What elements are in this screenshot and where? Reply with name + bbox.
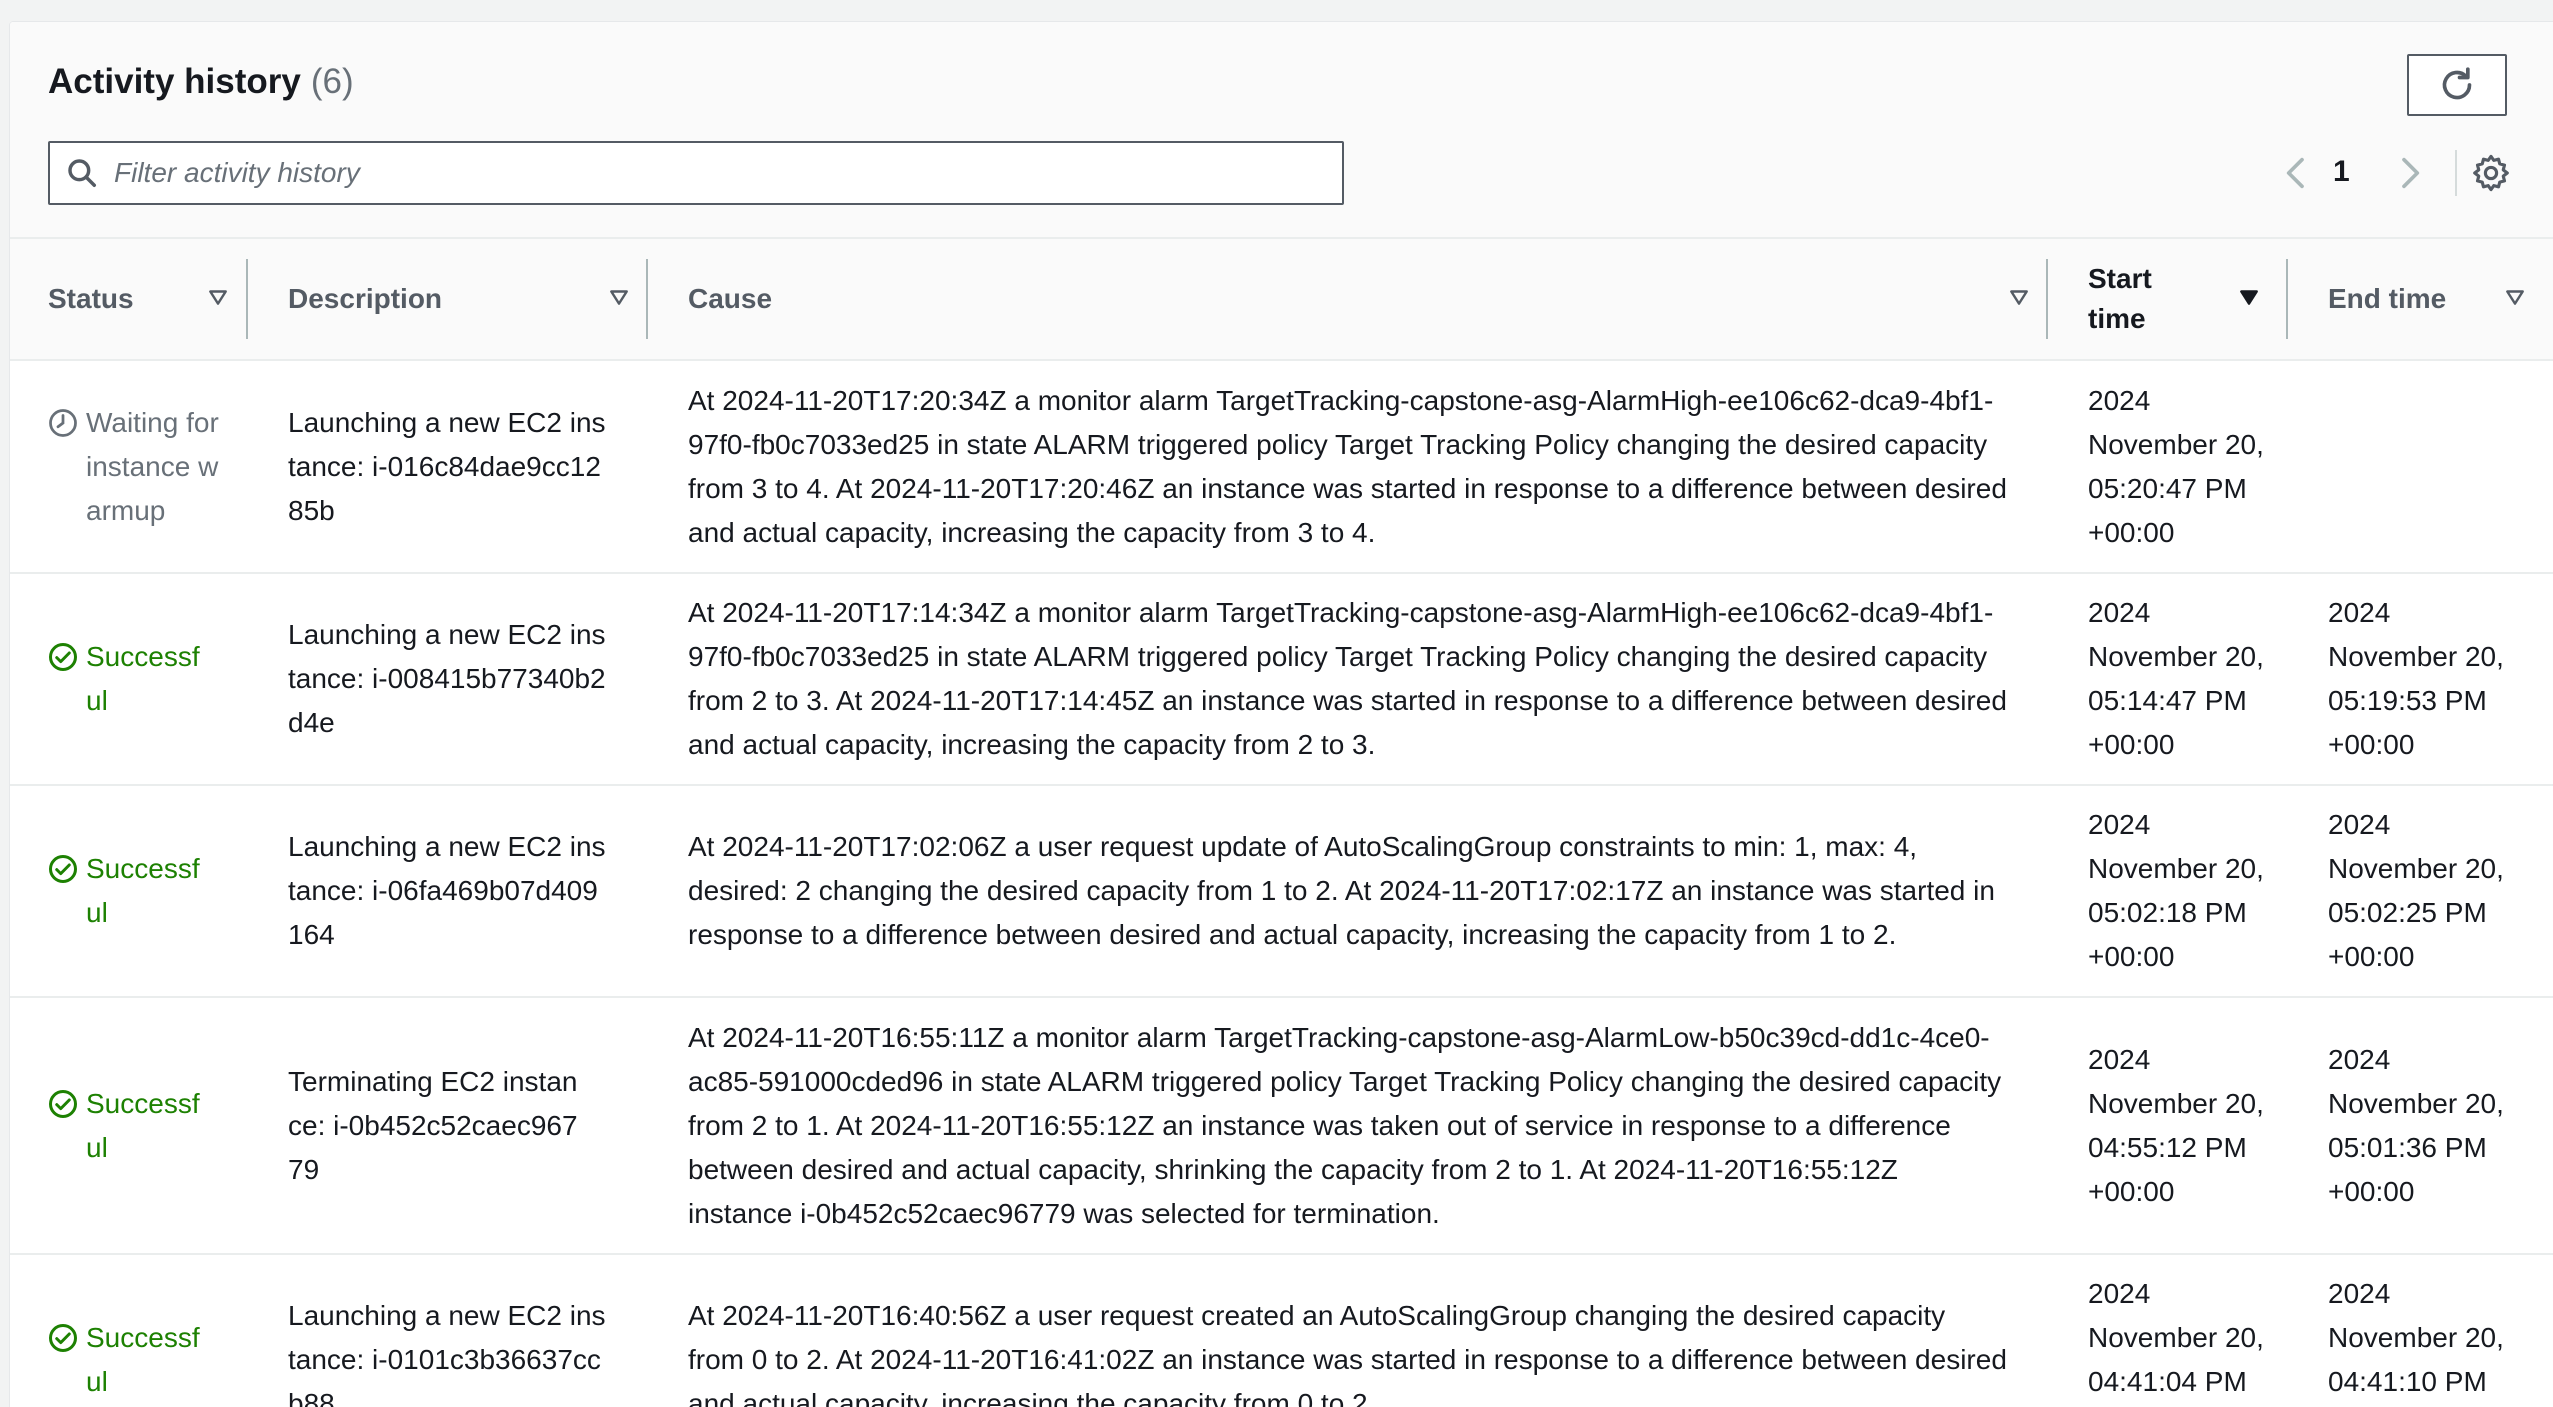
status-text: Successful bbox=[86, 641, 200, 716]
activity-history-panel: Activity history(6) 1 bbox=[10, 22, 2553, 1407]
table-row[interactable]: Successful Launching a new EC2 instance:… bbox=[10, 1255, 2553, 1407]
status-indicator: Waiting for instance warmup bbox=[48, 401, 228, 533]
column-resizer[interactable] bbox=[2286, 259, 2288, 339]
table-row[interactable]: Successful Launching a new EC2 instance:… bbox=[10, 786, 2553, 998]
search-icon bbox=[66, 157, 98, 189]
search-input[interactable] bbox=[112, 156, 1296, 190]
description-cell: Launching a new EC2 instance: i-016c84da… bbox=[288, 406, 606, 526]
status-indicator: Successful bbox=[48, 635, 208, 723]
gear-icon bbox=[2473, 154, 2509, 192]
check-circle-icon bbox=[49, 1089, 77, 1118]
column-label-end-time: End time bbox=[2328, 283, 2447, 314]
panel-header: Activity history(6) 1 bbox=[10, 22, 2553, 239]
column-header-cause[interactable]: Cause bbox=[688, 239, 2028, 359]
start-time-cell: 2024 November 20, 05:20:47 PM +00:00 bbox=[2088, 384, 2264, 548]
refresh-icon bbox=[2442, 67, 2472, 100]
status-cell: Successful bbox=[48, 1255, 208, 1407]
description-cell: Launching a new EC2 instance: i-06fa469b… bbox=[288, 831, 606, 950]
cause-cell: At 2024-11-20T17:02:06Z a user request u… bbox=[688, 831, 1995, 950]
activity-count: (6) bbox=[310, 62, 354, 101]
column-label-start-time: Start time bbox=[2088, 263, 2152, 334]
refresh-button[interactable] bbox=[2407, 54, 2507, 116]
column-header-start-time[interactable]: Start time bbox=[2088, 239, 2288, 359]
status-text: Successful bbox=[86, 1322, 200, 1397]
end-time-cell: 2024 November 20, 05:01:36 PM +00:00 bbox=[2328, 1043, 2504, 1207]
description-cell: Terminating EC2 instance: i-0b452c52caec… bbox=[288, 1065, 578, 1185]
cause-cell: At 2024-11-20T16:40:56Z a user request c… bbox=[688, 1300, 2007, 1407]
check-circle-icon bbox=[49, 643, 77, 671]
cause-cell: At 2024-11-20T16:55:11Z a monitor alarm … bbox=[688, 1021, 2002, 1229]
description-cell: Launching a new EC2 instance: i-0101c3b3… bbox=[288, 1300, 606, 1407]
start-time-cell: 2024 November 20, 04:55:12 PM +00:00 bbox=[2088, 1043, 2264, 1207]
table-row[interactable]: Successful Terminating EC2 instance: i-0… bbox=[10, 998, 2553, 1255]
search-field[interactable] bbox=[48, 141, 1344, 205]
check-circle-icon bbox=[49, 1324, 77, 1352]
column-header-description[interactable]: Description bbox=[288, 239, 638, 359]
start-time-cell: 2024 November 20, 05:02:18 PM +00:00 bbox=[2088, 809, 2264, 972]
next-page-button[interactable] bbox=[2389, 153, 2429, 193]
end-time-cell: 2024 November 20, 05:19:53 PM +00:00 bbox=[2328, 597, 2504, 760]
check-circle-icon bbox=[49, 855, 77, 883]
sort-icon bbox=[209, 290, 227, 305]
status-indicator: Successful bbox=[48, 1082, 208, 1170]
previous-page-button[interactable] bbox=[2277, 153, 2317, 193]
column-header-end-time[interactable]: End time bbox=[2328, 239, 2528, 359]
status-cell: Successful bbox=[48, 574, 208, 784]
column-label-cause: Cause bbox=[688, 283, 773, 314]
table-row[interactable]: Waiting for instance warmup Launching a … bbox=[10, 361, 2553, 574]
chevron-right-icon bbox=[2402, 157, 2420, 189]
column-resizer[interactable] bbox=[646, 259, 648, 339]
table-row[interactable]: Successful Launching a new EC2 instance:… bbox=[10, 574, 2553, 786]
status-indicator: Successful bbox=[48, 1316, 208, 1404]
description-cell: Launching a new EC2 instance: i-008415b7… bbox=[288, 619, 606, 738]
status-indicator: Successful bbox=[48, 847, 208, 935]
start-time-cell: 2024 November 20, 04:41:04 PM +00:00 bbox=[2088, 1278, 2264, 1397]
page-title: Activity history (6) bbox=[48, 62, 354, 102]
cause-cell: At 2024-11-20T17:14:34Z a monitor alarm … bbox=[688, 597, 2007, 760]
column-header-status[interactable]: Status bbox=[48, 239, 248, 359]
title-text: Activity history bbox=[48, 62, 301, 101]
end-time-cell: 2024 November 20, 04:41:10 PM +00:00 bbox=[2328, 1278, 2504, 1397]
status-text: Successful bbox=[86, 853, 200, 928]
column-resizer[interactable] bbox=[246, 259, 248, 339]
status-cell: Waiting for instance warmup bbox=[48, 361, 228, 572]
pager-divider bbox=[2455, 150, 2457, 196]
column-label-description: Description bbox=[288, 283, 443, 314]
current-page-number[interactable]: 1 bbox=[2333, 155, 2350, 189]
preferences-button[interactable] bbox=[2470, 152, 2512, 194]
status-cell: Successful bbox=[48, 786, 208, 996]
status-text: Waiting for instance warmup bbox=[86, 406, 219, 526]
sort-icon bbox=[2506, 290, 2524, 305]
sort-icon bbox=[2010, 290, 2028, 305]
start-time-cell: 2024 November 20, 05:14:47 PM +00:00 bbox=[2088, 597, 2264, 760]
end-time-cell: 2024 November 20, 05:02:25 PM +00:00 bbox=[2328, 809, 2504, 972]
sort-icon bbox=[610, 290, 628, 305]
chevron-left-icon bbox=[2286, 157, 2304, 189]
status-cell: Successful bbox=[48, 998, 208, 1253]
cause-cell: At 2024-11-20T17:20:34Z a monitor alarm … bbox=[688, 384, 2007, 548]
table-header: Status Description Cause Start time End … bbox=[10, 239, 2553, 361]
status-text: Successful bbox=[86, 1087, 200, 1163]
sort-descending-icon bbox=[2240, 290, 2258, 305]
clock-icon bbox=[49, 408, 77, 437]
column-resizer[interactable] bbox=[2046, 259, 2048, 339]
column-label-status: Status bbox=[48, 283, 134, 314]
end-time-cell bbox=[2328, 361, 2508, 572]
